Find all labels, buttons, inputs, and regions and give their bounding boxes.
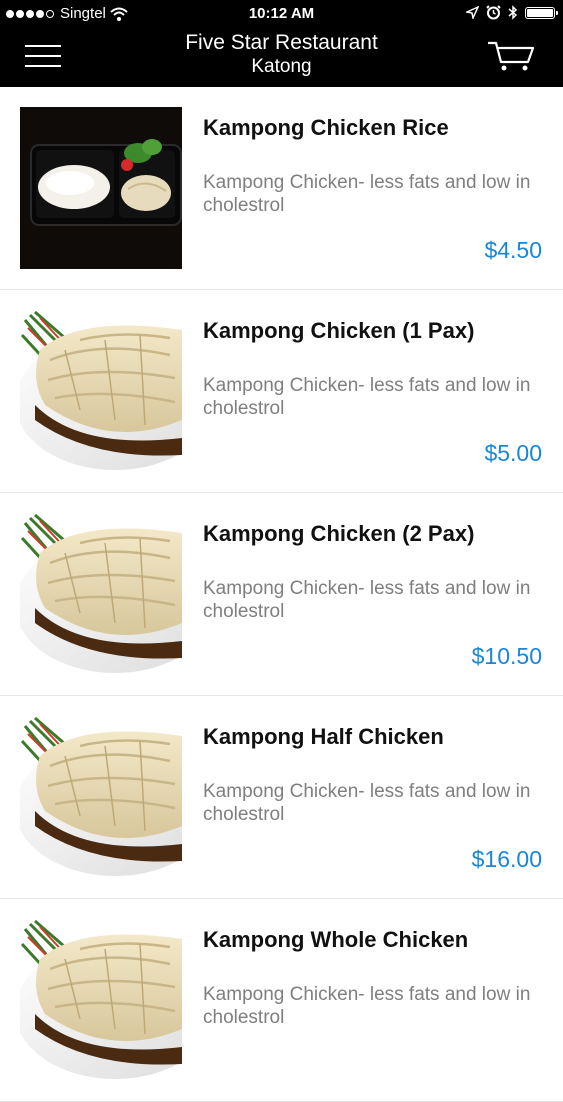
sliced-chicken-plate-image (20, 919, 182, 1081)
sliced-chicken-plate-image (20, 513, 182, 675)
sliced-chicken-plate-image (20, 716, 182, 878)
item-name: Kampong Half Chicken (203, 724, 444, 749)
page-subtitle: Katong (251, 56, 312, 77)
bluetooth-icon (508, 5, 518, 20)
menu-item-3[interactable]: Kampong Half Chicken Kampong Chicken- le… (0, 696, 563, 899)
status-right (466, 5, 558, 20)
status-bar: Singtel 10:12 AM (0, 0, 563, 28)
battery-icon (525, 6, 558, 19)
menu-item-0[interactable]: Kampong Chicken Rice Kampong Chicken- le… (0, 87, 563, 290)
shopping-cart-icon[interactable] (486, 40, 536, 72)
item-name: Kampong Chicken (2 Pax) (203, 521, 475, 546)
item-description: Kampong Chicken- less fats and low in ch… (203, 984, 531, 1028)
item-name: Kampong Chicken (1 Pax) (203, 318, 475, 343)
item-price: $4.50 (484, 237, 542, 263)
item-price: $10.50 (471, 643, 542, 669)
item-description: Kampong Chicken- less fats and low in ch… (203, 172, 531, 216)
chicken-rice-box-image (20, 107, 182, 269)
item-price: $5.00 (484, 440, 542, 466)
sliced-chicken-plate-image (20, 310, 182, 472)
app-header: Singtel 10:12 AM Five Star Restaurant Ka… (0, 0, 563, 87)
item-price: $16.00 (471, 846, 542, 872)
item-name: Kampong Chicken Rice (203, 115, 449, 140)
alarm-clock-icon (486, 5, 501, 20)
menu-item-list: Kampong Chicken Rice Kampong Chicken- le… (0, 87, 563, 1102)
item-description: Kampong Chicken- less fats and low in ch… (203, 375, 531, 419)
item-description: Kampong Chicken- less fats and low in ch… (203, 781, 531, 825)
page-title: Five Star Restaurant (185, 31, 378, 54)
location-arrow-icon (466, 6, 479, 19)
item-description: Kampong Chicken- less fats and low in ch… (203, 578, 531, 622)
menu-item-2[interactable]: Kampong Chicken (2 Pax) Kampong Chicken-… (0, 493, 563, 696)
menu-item-4[interactable]: Kampong Whole Chicken Kampong Chicken- l… (0, 899, 563, 1102)
menu-item-1[interactable]: Kampong Chicken (1 Pax) Kampong Chicken-… (0, 290, 563, 493)
item-name: Kampong Whole Chicken (203, 927, 469, 952)
